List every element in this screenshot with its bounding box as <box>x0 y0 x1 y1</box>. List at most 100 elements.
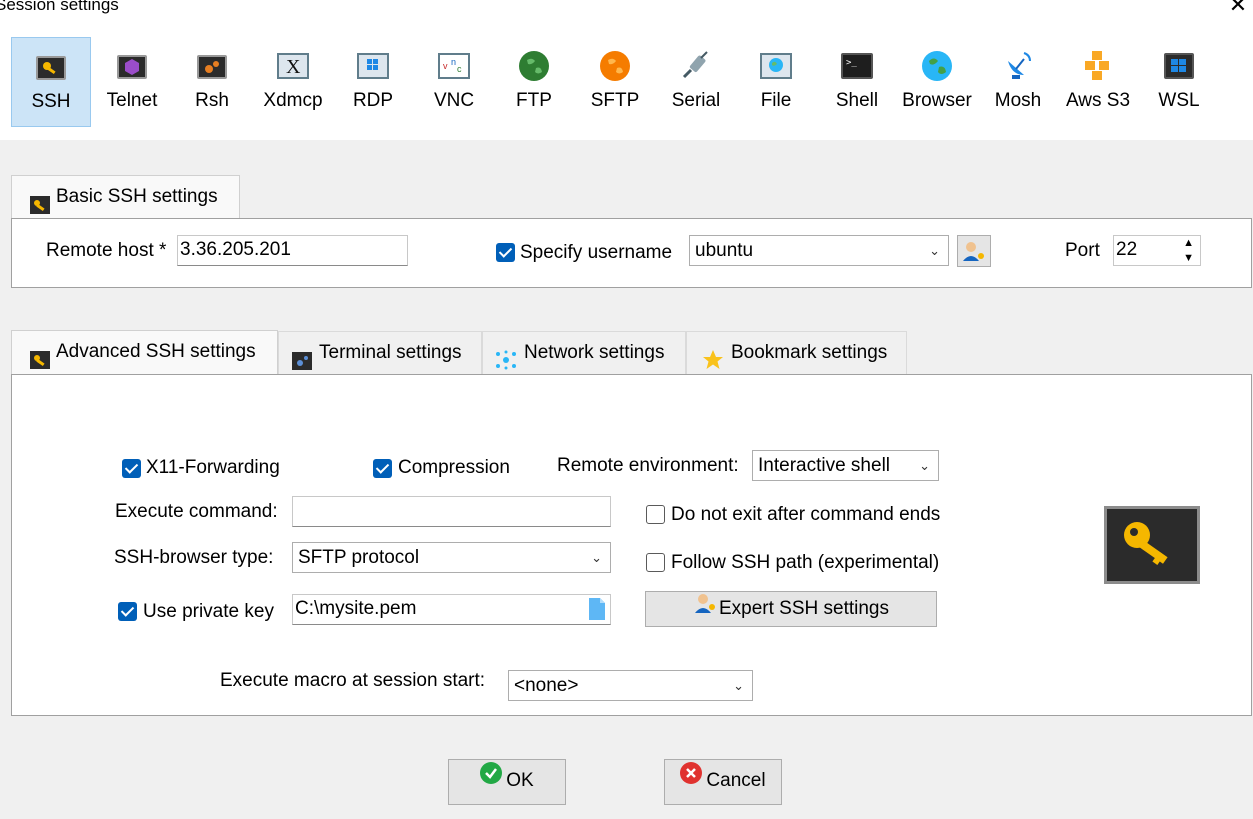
execute-macro-label: Execute macro at session start: <box>220 670 486 691</box>
session-type-xdmcp[interactable]: X Xdmcp <box>253 37 333 127</box>
use-private-key-label: Use private key <box>143 601 274 622</box>
session-type-wsl[interactable]: WSL <box>1139 37 1219 127</box>
shell-terminal-icon: >_ <box>841 53 873 79</box>
remote-host-label: Remote host * <box>46 240 167 261</box>
port-spinner[interactable]: 22 ▲ ▼ <box>1113 235 1201 266</box>
tab-advanced-ssh-settings[interactable]: Advanced SSH settings <box>11 330 278 376</box>
basic-settings-panel: Remote host * 3.36.205.201 Specify usern… <box>11 218 1252 288</box>
svg-text:v: v <box>443 61 448 71</box>
username-value: ubuntu <box>695 240 754 261</box>
chevron-down-icon: ⌄ <box>591 550 602 565</box>
follow-ssh-path-checkbox[interactable] <box>646 553 665 572</box>
port-label: Port <box>1065 240 1100 261</box>
rsh-icon <box>197 55 227 79</box>
compression-checkbox[interactable] <box>373 459 392 478</box>
x11-forwarding-checkbox[interactable] <box>122 459 141 478</box>
specify-username-label: Specify username <box>520 242 673 263</box>
do-not-exit-label: Do not exit after command ends <box>671 504 941 525</box>
session-type-browser[interactable]: Browser <box>897 37 977 127</box>
session-type-label: WSL <box>1158 90 1200 111</box>
session-type-ftp[interactable]: FTP <box>494 37 574 127</box>
wsl-windows-icon <box>1164 53 1194 79</box>
window-title: Session settings <box>0 0 119 14</box>
expert-ssh-settings-label: Expert SSH settings <box>718 598 890 620</box>
execute-command-label: Execute command: <box>115 501 278 522</box>
remote-environment-value: Interactive shell <box>758 455 891 476</box>
session-type-vnc[interactable]: vnc VNC <box>414 37 494 127</box>
execute-macro-select[interactable]: <none> ⌄ <box>508 670 753 701</box>
terminal-icon <box>292 344 312 370</box>
svg-text:>_: >_ <box>846 58 857 68</box>
private-key-input[interactable]: C:\mysite.pem <box>292 594 611 625</box>
ok-button[interactable]: OK <box>448 759 566 805</box>
file-browse-icon[interactable] <box>589 598 605 629</box>
tab-network-settings[interactable]: Network settings <box>482 331 686 375</box>
user-key-icon <box>693 592 717 626</box>
cancel-label: Cancel <box>706 770 766 791</box>
xdmcp-icon: X <box>277 53 309 79</box>
rdp-icon <box>357 53 389 79</box>
ok-label: OK <box>506 770 534 791</box>
svg-text:X: X <box>286 56 301 77</box>
chevron-down-icon: ⌄ <box>919 458 930 473</box>
ssh-browser-type-label: SSH-browser type: <box>114 547 274 568</box>
user-key-icon <box>963 242 984 261</box>
session-type-file[interactable]: File <box>736 37 816 127</box>
x11-forwarding-label: X11-Forwarding <box>146 457 280 478</box>
tab-label: Network settings <box>524 342 665 363</box>
star-icon <box>702 344 723 369</box>
telnet-icon <box>117 55 147 79</box>
close-icon[interactable]: ✕ <box>1223 0 1253 18</box>
expert-ssh-settings-button[interactable]: Expert SSH settings <box>645 591 937 627</box>
tab-bookmark-settings[interactable]: Bookmark settings <box>686 331 907 375</box>
tab-label: Terminal settings <box>319 342 462 363</box>
session-type-aws-s3[interactable]: Aws S3 <box>1058 37 1138 127</box>
remote-host-input[interactable]: 3.36.205.201 <box>177 235 408 266</box>
ssh-browser-type-select[interactable]: SFTP protocol ⌄ <box>292 542 611 573</box>
compression-label: Compression <box>398 457 510 478</box>
user-manager-button[interactable] <box>957 235 991 267</box>
advanced-settings-panel: X11-Forwarding Compression Remote enviro… <box>11 374 1252 716</box>
sftp-globe-icon <box>600 51 630 81</box>
execute-command-input[interactable] <box>292 496 611 527</box>
execute-macro-value: <none> <box>514 675 579 696</box>
do-not-exit-checkbox[interactable] <box>646 505 665 524</box>
network-icon <box>495 344 516 370</box>
session-type-mosh[interactable]: Mosh <box>978 37 1058 127</box>
tab-terminal-settings[interactable]: Terminal settings <box>278 331 482 375</box>
serial-plug-icon <box>680 49 712 81</box>
cancel-button[interactable]: Cancel <box>664 759 782 805</box>
tab-label: Bookmark settings <box>731 342 888 363</box>
session-type-serial[interactable]: Serial <box>656 37 736 127</box>
remote-environment-select[interactable]: Interactive shell ⌄ <box>752 450 939 481</box>
spin-down-icon[interactable]: ▼ <box>1183 244 1194 272</box>
follow-ssh-path-label: Follow SSH path (experimental) <box>671 552 940 573</box>
session-type-rsh[interactable]: Rsh <box>172 37 252 127</box>
session-type-rdp[interactable]: RDP <box>333 37 413 127</box>
svg-text:c: c <box>457 64 462 74</box>
aws-s3-icon <box>1082 49 1114 81</box>
session-type-ssh[interactable]: SSH <box>11 37 91 127</box>
specify-username-checkbox[interactable] <box>496 243 515 262</box>
private-key-value: C:\mysite.pem <box>295 598 417 619</box>
svg-text:n: n <box>451 57 456 67</box>
title-bar: Session settings ✕ <box>0 0 1253 20</box>
session-type-shell[interactable]: >_ Shell <box>817 37 897 127</box>
username-select[interactable]: ubuntu ⌄ <box>689 235 949 266</box>
ssh-browser-type-value: SFTP protocol <box>298 547 420 568</box>
use-private-key-checkbox[interactable] <box>118 602 137 621</box>
tab-label: Basic SSH settings <box>56 186 218 207</box>
ssh-key-logo-icon <box>1104 506 1200 584</box>
cancel-circle-icon <box>680 758 703 800</box>
wrench-icon <box>30 343 50 369</box>
browser-globe-icon <box>922 51 952 81</box>
ssh-key-icon <box>36 56 66 80</box>
mosh-satellite-icon <box>1002 49 1034 81</box>
check-circle-icon <box>480 758 503 800</box>
vnc-icon: vnc <box>438 53 470 79</box>
tab-basic-ssh-settings[interactable]: Basic SSH settings <box>11 175 240 221</box>
session-type-sftp[interactable]: SFTP <box>575 37 655 127</box>
session-type-telnet[interactable]: Telnet <box>92 37 172 127</box>
file-monitor-icon <box>760 53 792 79</box>
chevron-down-icon: ⌄ <box>733 678 744 693</box>
